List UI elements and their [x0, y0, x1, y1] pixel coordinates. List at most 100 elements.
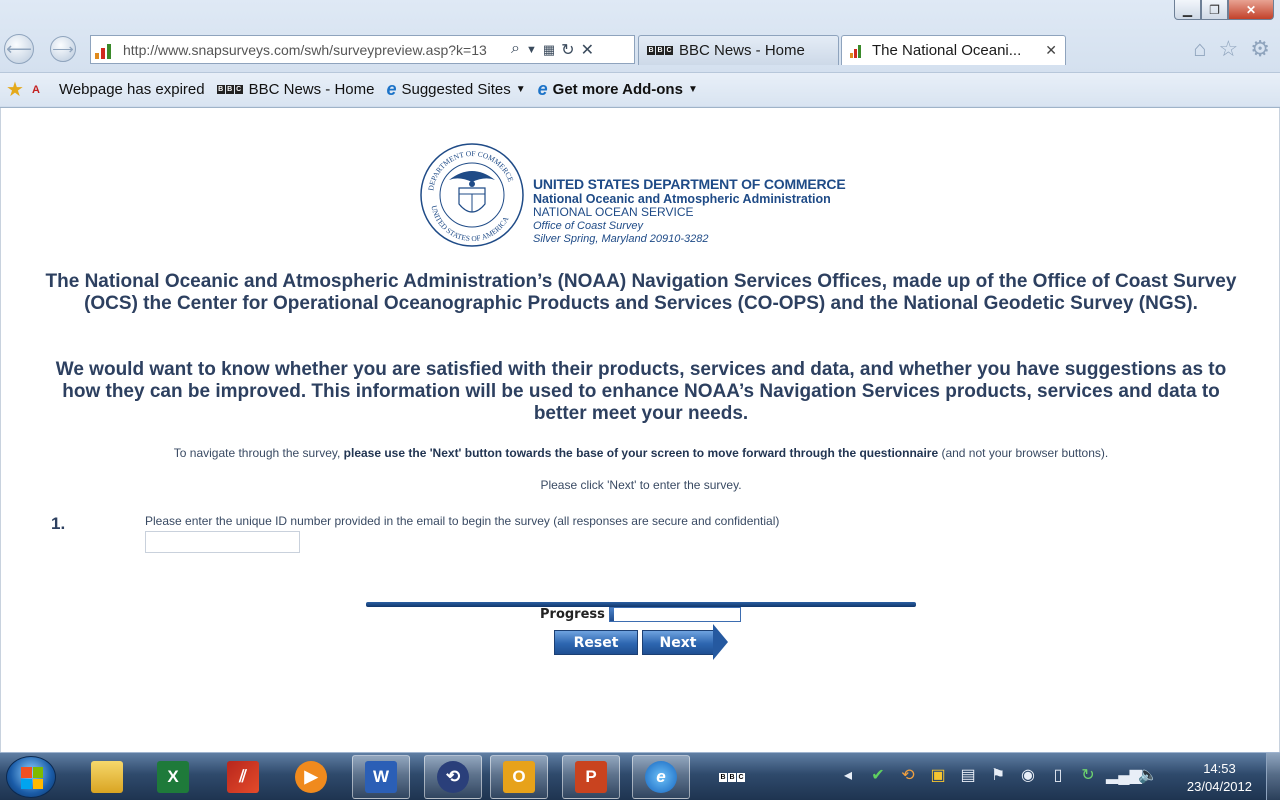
sync-icon[interactable]: ⟲ — [896, 765, 920, 785]
ie-icon: e — [386, 79, 397, 99]
browser-chrome: ▁ ❐ ✕ ⟵ ⟶ http://www.snapsurveys.com/swh… — [0, 0, 1280, 108]
action-center-flag-icon[interactable]: ⚑ — [986, 765, 1010, 785]
intro-paragraph: We would want to know whether you are sa… — [55, 359, 1227, 424]
progress-bar — [609, 607, 741, 622]
agency-name: National Oceanic and Atmospheric Adminis… — [533, 192, 831, 207]
forward-button[interactable]: ⟶ — [50, 36, 76, 62]
bbc-letter: B — [225, 85, 234, 94]
unique-id-input[interactable] — [145, 531, 300, 553]
office-name: Office of Coast Survey — [533, 220, 644, 233]
chevron-down-icon: ▼ — [515, 84, 526, 95]
favorite-bbc-news[interactable]: BBC BBC News - Home — [216, 81, 375, 98]
expired-page-icon: A — [31, 83, 40, 96]
nav-note-text: To navigate through the survey, — [173, 446, 344, 460]
office-address: Silver Spring, Maryland 20910-3282 — [533, 232, 709, 245]
media-player-icon: ▶ — [295, 761, 327, 793]
folder-icon — [91, 761, 123, 793]
bbc-letter: C — [234, 85, 243, 94]
favorite-label: BBC News - Home — [248, 81, 375, 98]
stop-icon[interactable]: ✕ — [581, 40, 594, 60]
stripes-app-icon: ⫽ — [227, 761, 259, 793]
site-favicon-icon — [850, 44, 866, 58]
address-url[interactable]: http://www.snapsurveys.com/swh/surveypre… — [123, 42, 507, 58]
nav-note-text: (and not your browser buttons). — [938, 446, 1109, 460]
taskbar-bbc[interactable]: BBC — [706, 755, 764, 799]
question-number: 1. — [51, 514, 66, 533]
agency-header: UNITED STATES DEPARTMENT OF COMMERCE Nat… — [533, 176, 846, 246]
home-icon[interactable]: ⌂ — [1193, 36, 1206, 62]
favorite-suggested-sites[interactable]: e Suggested Sites ▼ — [386, 79, 525, 100]
arrow-left-icon: ⟵ — [6, 38, 32, 59]
taskbar-powerpoint[interactable]: P — [562, 755, 620, 799]
reset-button[interactable]: Reset — [554, 630, 638, 655]
next-button[interactable]: Next — [642, 630, 714, 655]
commerce-seal-logo: DEPARTMENT OF COMMERCE UNITED STATES OF … — [420, 143, 524, 247]
tab-noaa-survey[interactable]: The National Oceani... ✕ — [841, 35, 1066, 65]
bbc-letter: B — [728, 772, 736, 782]
favorites-star-icon[interactable]: ☆ — [1219, 36, 1239, 62]
service-name: NATIONAL OCEAN SERVICE — [533, 205, 694, 220]
taskbar-stripes-app[interactable]: ⫽ — [214, 755, 272, 799]
favorites-star-icon[interactable]: ★ — [6, 77, 24, 102]
bbc-letter: B — [719, 772, 727, 782]
tab-label: BBC News - Home — [679, 42, 805, 59]
refresh-icon[interactable]: ↻ — [561, 40, 574, 60]
tray-arrow-icon[interactable]: ◂ — [836, 765, 860, 785]
dept-name: UNITED STATES DEPARTMENT OF COMMERCE — [533, 176, 846, 192]
tab-bbc-news[interactable]: BBC BBC News - Home — [638, 35, 839, 65]
next-arrow-icon[interactable] — [713, 624, 728, 660]
outlook-icon: O — [503, 761, 535, 793]
compatibility-view-icon[interactable]: ▦ — [543, 40, 555, 60]
network-app-icon: ⟲ — [437, 761, 469, 793]
favorite-label: Get more Add-ons — [552, 81, 683, 98]
search-icon[interactable]: ⌕ — [511, 40, 520, 60]
camera-icon[interactable]: ◉ — [1016, 765, 1040, 785]
bbc-letter: B — [216, 85, 225, 94]
close-window-button[interactable]: ✕ — [1228, 0, 1274, 20]
favorite-get-addons[interactable]: e Get more Add-ons ▼ — [538, 79, 698, 100]
arrow-right-icon: ⟶ — [52, 41, 74, 58]
intro-paragraph: The National Oceanic and Atmospheric Adm… — [45, 271, 1237, 314]
bbc-letter: C — [737, 772, 745, 782]
window-controls: ▁ ❐ ✕ — [1174, 0, 1274, 20]
gear-icon[interactable]: ⚙ — [1250, 36, 1270, 62]
volume-icon[interactable]: 🔈 — [1136, 765, 1160, 785]
bbc-letter: B — [647, 46, 655, 55]
question-text: Please enter the unique ID number provid… — [145, 514, 780, 528]
taskbar-excel[interactable]: X — [144, 755, 202, 799]
close-tab-icon[interactable]: ✕ — [1045, 42, 1057, 59]
taskbar-network-app[interactable]: ⟲ — [424, 755, 482, 799]
taskbar-windows-explorer[interactable] — [78, 755, 136, 799]
signal-icon[interactable]: ▂▄▆ — [1106, 765, 1142, 785]
chevron-down-icon: ▼ — [687, 84, 698, 95]
dropdown-arrow-icon[interactable]: ▼ — [526, 40, 537, 60]
favorite-webpage-expired[interactable]: A Webpage has expired — [32, 81, 205, 99]
back-button[interactable]: ⟵ — [4, 34, 34, 64]
bbc-icon: BBC — [216, 85, 243, 94]
word-icon: W — [365, 761, 397, 793]
battery-icon[interactable]: ▯ — [1046, 765, 1070, 785]
clock-time: 14:53 — [1203, 761, 1236, 776]
favorites-bar: ★ A Webpage has expired BBC BBC News - H… — [0, 72, 1280, 106]
restore-button[interactable]: ❐ — [1201, 0, 1228, 20]
taskbar-internet-explorer[interactable]: e — [632, 755, 690, 799]
office-icon[interactable]: ▣ — [926, 765, 950, 785]
taskbar-outlook[interactable]: O — [490, 755, 548, 799]
taskbar-word[interactable]: W — [352, 755, 410, 799]
minimize-button[interactable]: ▁ — [1174, 0, 1201, 20]
progress-label: Progress — [540, 607, 605, 622]
system-clock[interactable]: 14:53 23/04/2012 — [1187, 760, 1252, 796]
address-bar[interactable]: http://www.snapsurveys.com/swh/surveypre… — [90, 35, 635, 64]
refresh-green-icon[interactable]: ↻ — [1076, 765, 1100, 785]
network-drive-icon[interactable]: ▤ — [956, 765, 980, 785]
site-favicon-icon — [95, 41, 117, 59]
taskbar: X ⫽ ▶ W ⟲ O P e BBC ◂ ✔ ⟲ ▣ ▤ ⚑ ◉ ▯ ↻ ▂▄… — [0, 752, 1280, 800]
taskbar-media-player[interactable]: ▶ — [282, 755, 340, 799]
powerpoint-icon: P — [575, 761, 607, 793]
bbc-icon: BBC — [719, 772, 745, 782]
show-desktop-button[interactable] — [1266, 753, 1280, 800]
tab-label: The National Oceani... — [872, 42, 1022, 59]
security-check-icon[interactable]: ✔ — [866, 765, 890, 785]
favorite-label: Webpage has expired — [58, 81, 205, 98]
start-button[interactable] — [6, 756, 56, 798]
